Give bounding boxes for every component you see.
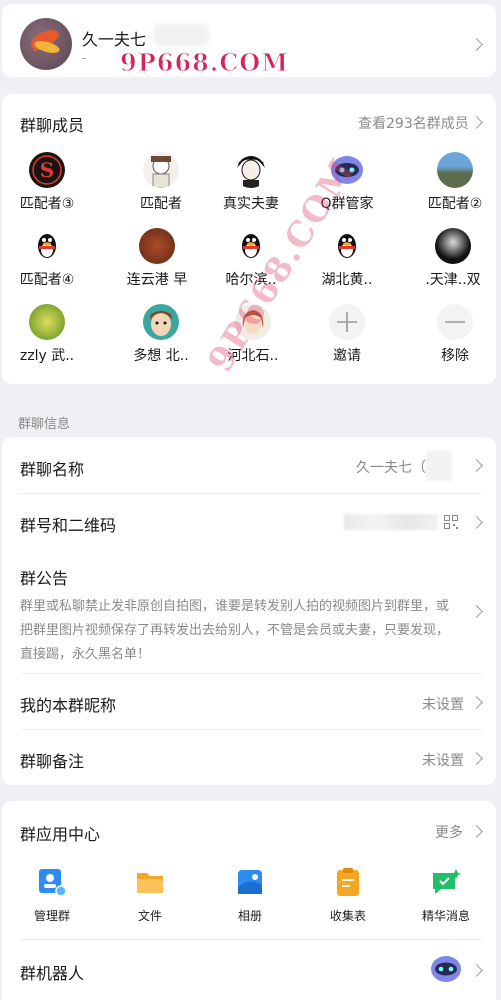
apps-title: 群应用中心 xyxy=(20,825,101,844)
green-flower-icon xyxy=(29,304,65,340)
group-name-value: 久一夫七（ xyxy=(356,460,426,476)
member-name: zzly 武.. xyxy=(19,348,75,364)
cartoon-boy-icon xyxy=(143,152,179,188)
members-title: 群聊成员 xyxy=(20,116,85,135)
group-info-card: 群聊名称 久一夫七（ 群号和二维码 群公告 群里或私聊禁止发非原创自拍图，谁要是… xyxy=(2,437,496,785)
svg-text:S: S xyxy=(40,158,54,182)
member-item[interactable]: 匹配者④ xyxy=(2,228,92,289)
member-item[interactable]: 连云港 早 xyxy=(112,228,202,289)
app-label: 文件 xyxy=(137,909,162,923)
section-label: 群聊信息 xyxy=(18,417,71,432)
group-remark-label: 群聊备注 xyxy=(20,752,85,771)
chevron-right-icon xyxy=(470,964,483,977)
invite-label: 邀请 xyxy=(333,348,361,364)
chevron-right-icon xyxy=(470,825,483,838)
food-icon xyxy=(139,228,175,264)
chevron-right-icon xyxy=(470,696,483,709)
my-nickname-row[interactable]: 我的本群昵称 未设置 xyxy=(2,674,496,729)
app-album[interactable]: 相册 xyxy=(210,867,290,924)
my-nickname-value: 未设置 xyxy=(422,697,464,713)
group-notice-row[interactable]: 群公告 群里或私聊禁止发非原创自拍图，谁要是转发别人拍的视频图片到群里，或把群里… xyxy=(2,549,496,673)
my-nickname-label: 我的本群昵称 xyxy=(20,696,117,715)
manage-group-icon xyxy=(37,867,67,897)
group-robot-row[interactable]: 群机器人 xyxy=(2,940,496,1000)
cartoon-face-icon xyxy=(143,304,179,340)
member-item[interactable]: S 匹配者③ xyxy=(2,152,92,213)
folder-icon xyxy=(135,867,165,897)
group-apps-card: 群应用中心 更多 管理群 文件 相册 收集表 精华消息 群机器人 xyxy=(2,801,496,1000)
group-name-label: 群聊名称 xyxy=(20,460,85,479)
member-name: 湖北黄.. xyxy=(321,272,373,288)
group-remark-value: 未设置 xyxy=(422,753,464,769)
chevron-right-icon xyxy=(470,516,483,529)
anime-boy-icon xyxy=(233,152,269,188)
penguin-icon xyxy=(329,228,365,264)
group-remark-row[interactable]: 群聊备注 未设置 xyxy=(2,730,496,785)
chevron-right-icon xyxy=(470,752,483,765)
app-files[interactable]: 文件 xyxy=(110,867,190,924)
member-item[interactable]: zzly 武.. xyxy=(2,304,92,365)
member-name: .天津..双 xyxy=(425,272,481,288)
app-label: 相册 xyxy=(237,909,262,923)
penguin-icon xyxy=(29,228,65,264)
remove-button[interactable]: 移除 xyxy=(410,304,496,365)
blurred-text xyxy=(426,451,452,481)
member-name: 匹配者④ xyxy=(19,272,75,288)
blurred-text xyxy=(344,514,438,530)
member-name: 匹配者 xyxy=(140,196,182,212)
group-nickname: 久一夫七 xyxy=(82,30,147,49)
chevron-right-icon xyxy=(470,116,483,129)
member-item[interactable]: 匹配者 xyxy=(116,152,206,213)
group-avatar xyxy=(20,18,72,70)
member-item[interactable]: .天津..双 xyxy=(408,228,496,289)
minus-icon xyxy=(437,304,473,340)
dark-figure-icon xyxy=(435,228,471,264)
group-name-row[interactable]: 群聊名称 久一夫七（ xyxy=(2,437,496,493)
invite-button[interactable]: 邀请 xyxy=(302,304,392,365)
landscape-icon xyxy=(437,152,473,188)
member-name: 连云港 早 xyxy=(126,272,188,288)
app-label: 精华消息 xyxy=(421,909,470,923)
member-name: 匹配者③ xyxy=(19,196,75,212)
member-name: 匹配者② xyxy=(427,196,483,212)
app-label: 管理群 xyxy=(33,909,70,923)
robot-icon xyxy=(430,954,462,988)
member-item[interactable]: 多想 北.. xyxy=(116,304,206,365)
view-all-members-link[interactable]: 查看293名群成员 xyxy=(358,113,469,133)
qr-code-icon xyxy=(444,514,458,533)
chevron-right-icon xyxy=(470,38,483,51)
chevron-right-icon xyxy=(470,459,483,472)
member-name: 真实夫妻 xyxy=(223,196,279,212)
group-robot-label: 群机器人 xyxy=(20,964,85,983)
profile-subtext: - xyxy=(82,51,87,65)
plus-icon xyxy=(329,304,365,340)
group-qr-row[interactable]: 群号和二维码 xyxy=(2,494,496,549)
watermark: 9P668.COM xyxy=(120,48,289,78)
group-notice-label: 群公告 xyxy=(20,569,69,588)
group-qr-label: 群号和二维码 xyxy=(20,516,117,535)
group-notice-text: 群里或私聊禁止发非原创自拍图，谁要是转发别人拍的视频图片到群里，或把群里图片视频… xyxy=(20,599,450,662)
member-item[interactable]: 匹配者② xyxy=(410,152,496,213)
app-collection-form[interactable]: 收集表 xyxy=(308,867,388,924)
s-logo-icon: S xyxy=(29,152,65,188)
profile-card[interactable]: 久一夫七 - 9P668.COM xyxy=(2,4,496,77)
more-link[interactable]: 更多 xyxy=(435,822,463,842)
member-item[interactable]: 真实夫妻 xyxy=(206,152,296,213)
remove-label: 移除 xyxy=(441,348,469,364)
chevron-right-icon xyxy=(470,605,483,618)
essence-message-icon xyxy=(431,867,461,897)
album-icon xyxy=(235,867,265,897)
app-essence-messages[interactable]: 精华消息 xyxy=(406,867,486,924)
member-name: 多想 北.. xyxy=(133,348,189,364)
clipboard-icon xyxy=(333,867,363,897)
blurred-text xyxy=(154,24,209,46)
app-label: 收集表 xyxy=(329,909,366,923)
app-manage-group[interactable]: 管理群 xyxy=(12,867,92,924)
